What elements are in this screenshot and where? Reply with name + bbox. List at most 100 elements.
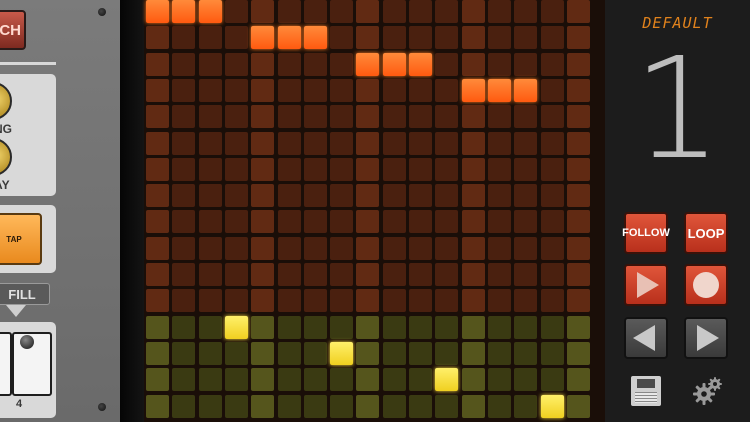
- note-step-r6-c4[interactable]: [251, 157, 275, 181]
- note-step-r9-c12[interactable]: [461, 236, 485, 260]
- accent-step-r1-c11[interactable]: [435, 341, 459, 365]
- note-step-r9-c6[interactable]: [303, 236, 327, 260]
- note-step-r9-c9[interactable]: [382, 236, 406, 260]
- note-step-r11-c13[interactable]: [487, 289, 511, 313]
- note-step-r5-c9[interactable]: [382, 131, 406, 155]
- note-step-r0-c14[interactable]: [514, 0, 538, 23]
- note-step-r8-c7[interactable]: [330, 210, 354, 234]
- note-step-r11-c8[interactable]: [356, 289, 380, 313]
- accent-step-r0-c1[interactable]: [172, 315, 196, 339]
- note-step-r1-c14[interactable]: [514, 26, 538, 50]
- accent-step-r2-c3[interactable]: [224, 368, 248, 392]
- note-step-r1-c6[interactable]: [303, 26, 327, 50]
- ch-button[interactable]: CH: [0, 10, 26, 50]
- note-step-r0-c12[interactable]: [461, 0, 485, 23]
- accent-step-r3-c2[interactable]: [198, 394, 222, 418]
- accent-step-r1-c5[interactable]: [277, 341, 301, 365]
- accent-step-r2-c1[interactable]: [172, 368, 196, 392]
- accent-step-r2-c14[interactable]: [514, 368, 538, 392]
- accent-step-r3-c13[interactable]: [487, 394, 511, 418]
- note-step-r2-c6[interactable]: [303, 52, 327, 76]
- note-step-r4-c5[interactable]: [277, 105, 301, 129]
- note-step-r7-c11[interactable]: [435, 184, 459, 208]
- note-step-r9-c5[interactable]: [277, 236, 301, 260]
- note-step-r3-c0[interactable]: [146, 78, 169, 102]
- note-step-r9-c14[interactable]: [514, 236, 538, 260]
- note-step-r0-c13[interactable]: [487, 0, 511, 23]
- note-step-r1-c13[interactable]: [487, 26, 511, 50]
- note-step-r5-c4[interactable]: [251, 131, 275, 155]
- swing-knob[interactable]: [0, 82, 12, 120]
- accent-step-r1-c16[interactable]: [566, 341, 590, 365]
- note-step-r10-c12[interactable]: [461, 263, 485, 286]
- note-step-r0-c9[interactable]: [382, 0, 406, 23]
- note-step-r4-c1[interactable]: [172, 105, 196, 129]
- note-step-r1-c4[interactable]: [251, 26, 275, 50]
- accent-step-r2-c16[interactable]: [566, 368, 590, 392]
- accent-step-r2-c4[interactable]: [251, 368, 275, 392]
- note-step-r9-c11[interactable]: [435, 236, 459, 260]
- note-step-r3-c15[interactable]: [540, 78, 564, 102]
- accent-step-r0-c11[interactable]: [435, 315, 459, 339]
- note-step-r5-c1[interactable]: [172, 131, 196, 155]
- note-step-r8-c1[interactable]: [172, 210, 196, 234]
- note-step-r3-c9[interactable]: [382, 78, 406, 102]
- accent-step-r0-c14[interactable]: [514, 315, 538, 339]
- note-step-r10-c6[interactable]: [303, 263, 327, 286]
- accent-step-r2-c10[interactable]: [409, 368, 432, 392]
- note-step-r8-c11[interactable]: [435, 210, 459, 234]
- note-step-r8-c5[interactable]: [277, 210, 301, 234]
- note-step-r1-c8[interactable]: [356, 26, 380, 50]
- note-step-r4-c11[interactable]: [435, 105, 459, 129]
- note-step-r8-c2[interactable]: [198, 210, 222, 234]
- accent-step-r2-c5[interactable]: [277, 368, 301, 392]
- note-step-r6-c13[interactable]: [487, 157, 511, 181]
- note-step-r5-c12[interactable]: [461, 131, 485, 155]
- accent-step-r2-c0[interactable]: [146, 368, 169, 392]
- accent-step-r1-c2[interactable]: [198, 341, 222, 365]
- note-step-r10-c8[interactable]: [356, 263, 380, 286]
- note-step-r8-c13[interactable]: [487, 210, 511, 234]
- note-step-r7-c9[interactable]: [382, 184, 406, 208]
- note-step-r2-c16[interactable]: [566, 52, 590, 76]
- note-step-r4-c7[interactable]: [330, 105, 354, 129]
- note-step-r10-c7[interactable]: [330, 263, 354, 286]
- note-step-r3-c4[interactable]: [251, 78, 275, 102]
- note-step-r8-c3[interactable]: [224, 210, 248, 234]
- note-step-r4-c4[interactable]: [251, 105, 275, 129]
- loop-button[interactable]: LOOP: [684, 212, 728, 254]
- note-step-r7-c8[interactable]: [356, 184, 380, 208]
- accent-step-r1-c4[interactable]: [251, 341, 275, 365]
- accent-step-r3-c12[interactable]: [461, 394, 485, 418]
- note-step-r6-c7[interactable]: [330, 157, 354, 181]
- accent-step-r1-c8[interactable]: [356, 341, 380, 365]
- accent-step-r1-c13[interactable]: [487, 341, 511, 365]
- note-step-r3-c3[interactable]: [224, 78, 248, 102]
- note-step-r1-c2[interactable]: [198, 26, 222, 50]
- note-step-r5-c11[interactable]: [435, 131, 459, 155]
- accent-step-r2-c2[interactable]: [198, 368, 222, 392]
- note-step-r11-c7[interactable]: [330, 289, 354, 313]
- follow-button[interactable]: FOLLOW: [622, 212, 670, 254]
- note-step-r7-c3[interactable]: [224, 184, 248, 208]
- note-step-r6-c16[interactable]: [566, 157, 590, 181]
- note-step-r2-c5[interactable]: [277, 52, 301, 76]
- note-step-r7-c14[interactable]: [514, 184, 538, 208]
- note-step-r3-c5[interactable]: [277, 78, 301, 102]
- accent-step-r2-c11[interactable]: [435, 368, 459, 392]
- note-step-r11-c11[interactable]: [435, 289, 459, 313]
- note-step-r0-c8[interactable]: [356, 0, 380, 23]
- note-step-r1-c12[interactable]: [461, 26, 485, 50]
- note-step-r2-c4[interactable]: [251, 52, 275, 76]
- note-step-r0-c10[interactable]: [409, 0, 432, 23]
- accent-step-r3-c14[interactable]: [514, 394, 538, 418]
- note-step-r2-c3[interactable]: [224, 52, 248, 76]
- accent-step-r1-c7[interactable]: [330, 341, 354, 365]
- note-step-r6-c9[interactable]: [382, 157, 406, 181]
- note-step-r1-c3[interactable]: [224, 26, 248, 50]
- note-step-r0-c7[interactable]: [330, 0, 354, 23]
- note-step-r2-c2[interactable]: [198, 52, 222, 76]
- note-step-r3-c13[interactable]: [487, 78, 511, 102]
- note-step-r7-c1[interactable]: [172, 184, 196, 208]
- note-step-r9-c16[interactable]: [566, 236, 590, 260]
